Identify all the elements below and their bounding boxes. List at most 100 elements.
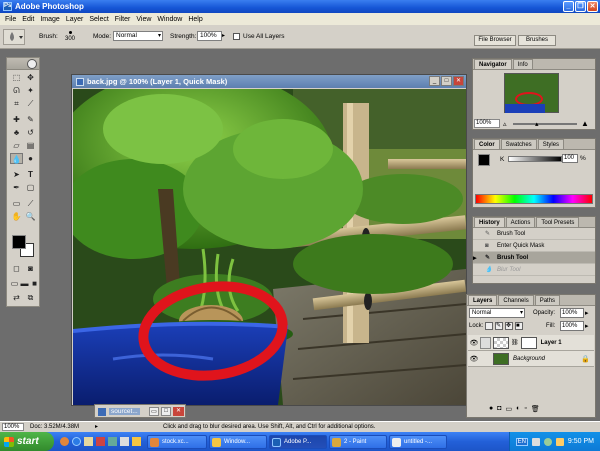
dodge-tool-icon[interactable]: ● [24, 153, 37, 164]
minimized-document[interactable]: sourcet... ▭ □ ✕ [94, 404, 186, 418]
menu-filter[interactable]: Filter [112, 16, 134, 23]
menu-view[interactable]: View [133, 16, 154, 23]
folder-icon[interactable] [132, 437, 141, 446]
crop-tool-icon[interactable]: ⌗ [10, 98, 23, 109]
quick-mask-mode-icon[interactable]: ◙ [24, 263, 37, 274]
tab-channels[interactable]: Channels [498, 295, 534, 305]
new-layer-icon[interactable]: ▫ [524, 405, 526, 413]
canvas-image[interactable] [73, 89, 466, 405]
history-brush-icon[interactable]: ↺ [24, 127, 37, 138]
brushes-tab[interactable]: Brushes [518, 35, 556, 46]
tab-paths[interactable]: Paths [534, 295, 561, 305]
taskbar-item[interactable]: untitled -... [389, 434, 447, 449]
navigator-thumbnail[interactable] [504, 73, 559, 113]
restore-up-icon[interactable]: ▭ [149, 407, 159, 416]
zoom-in-icon[interactable]: ▲ [581, 119, 589, 128]
lock-transparency-icon[interactable] [485, 322, 493, 330]
color-ramp[interactable] [475, 194, 593, 204]
menu-window[interactable]: Window [154, 16, 185, 23]
tab-history[interactable]: History [474, 217, 505, 227]
tab-swatches[interactable]: Swatches [500, 139, 537, 149]
use-all-layers-checkbox[interactable] [233, 33, 240, 40]
lock-all-icon[interactable]: ■ [515, 322, 523, 330]
history-item-selected[interactable]: ▸ ✎ Brush Tool [473, 252, 595, 264]
foreground-color-top[interactable] [12, 235, 26, 249]
menu-file[interactable]: File [2, 16, 19, 23]
adjustment-layer-icon[interactable]: ◐ [516, 405, 520, 413]
tab-layers[interactable]: Layers [468, 295, 498, 305]
slice-tool-icon[interactable]: ⟋ [24, 98, 37, 109]
eyedropper-icon[interactable]: ⟋ [24, 198, 37, 209]
jump-to-imageready-icon[interactable]: ⇄ [10, 292, 23, 303]
pen-tool-icon[interactable]: ✒ [10, 182, 23, 193]
toolbox-header[interactable] [7, 58, 39, 70]
opacity-slider-toggle[interactable]: ▸ [585, 309, 589, 317]
menu-help[interactable]: Help [185, 16, 205, 23]
network-icon[interactable] [531, 437, 540, 446]
magic-wand-icon[interactable]: ✦ [24, 85, 37, 96]
lock-move-icon[interactable]: ✥ [505, 322, 513, 330]
zoom-tool-icon[interactable]: 🔍 [24, 211, 37, 222]
doc-close-button[interactable]: ✕ [453, 76, 464, 86]
layer-mask-icon[interactable]: ◘ [497, 405, 501, 413]
tab-color[interactable]: Color [474, 139, 500, 149]
history-item-dimmed[interactable]: 💧 Blur Tool [473, 264, 595, 276]
navigator-zoom-field[interactable]: 100% [474, 119, 500, 128]
notes-tool-icon[interactable]: ▭ [10, 198, 23, 209]
path-selection-icon[interactable]: ➤ [10, 169, 23, 180]
taskbar-item[interactable]: 2 - Paint [329, 434, 387, 449]
history-item[interactable]: ✎ Brush Tool [473, 228, 595, 240]
color-foreground-swatch[interactable] [478, 154, 490, 166]
doc-info-arrow-icon[interactable]: ▸ [95, 422, 98, 432]
doc-maximize-button[interactable]: □ [441, 76, 452, 86]
eye-icon[interactable]: 👁 [468, 339, 480, 347]
file-browser-tab[interactable]: File Browser [474, 35, 516, 46]
document-title-bar[interactable]: back.jpg @ 100% (Layer 1, Quick Mask) [72, 75, 466, 88]
close-icon[interactable]: ✕ [173, 407, 184, 416]
strength-slider-toggle[interactable]: ▸ [222, 31, 228, 41]
blur-tool-icon[interactable]: 💧 [10, 153, 23, 164]
navigator-zoom-slider[interactable] [513, 123, 577, 125]
strength-field[interactable]: 100% [197, 31, 222, 41]
status-zoom-field[interactable]: 100% [2, 423, 24, 431]
brush-picker[interactable]: 300 [60, 29, 80, 46]
adobe-online-icon[interactable] [27, 59, 37, 69]
imageready-icon[interactable]: ⧉ [24, 292, 37, 303]
tool-preset-picker[interactable] [3, 29, 25, 45]
menu-edit[interactable]: Edit [19, 16, 37, 23]
doc-minimize-button[interactable]: _ [429, 76, 440, 86]
eraser-tool-icon[interactable]: ▱ [10, 140, 23, 151]
gradient-tool-icon[interactable]: ▤ [24, 140, 37, 151]
trash-icon[interactable]: 🗑 [531, 405, 540, 413]
language-indicator[interactable]: EN [515, 437, 528, 446]
k-value-field[interactable]: 100 [562, 154, 578, 163]
k-slider[interactable] [508, 156, 562, 162]
notepad-icon[interactable] [120, 437, 129, 446]
internet-explorer-icon[interactable] [72, 437, 81, 446]
close-button[interactable]: ✕ [587, 1, 598, 12]
menu-image[interactable]: Image [37, 16, 62, 23]
new-set-icon[interactable]: ▭ [505, 405, 512, 413]
marquee-tool-icon[interactable]: ⬚ [10, 72, 23, 83]
lasso-tool-icon[interactable]: ᘏ [10, 85, 23, 96]
eye-icon[interactable]: 👁 [468, 355, 480, 363]
firefox-icon[interactable] [60, 437, 69, 446]
brush-link-icon[interactable] [480, 336, 491, 349]
layer-row[interactable]: 👁 ⛓ Layer 1 [468, 335, 594, 351]
maximize-icon[interactable]: □ [161, 407, 171, 416]
clone-stamp-icon[interactable]: ♣ [10, 127, 23, 138]
menu-select[interactable]: Select [86, 16, 111, 23]
media-player-icon[interactable] [96, 437, 105, 446]
fill-field[interactable]: 100% [560, 321, 584, 331]
hand-tool-icon[interactable]: ✋ [10, 211, 23, 222]
shape-tool-icon[interactable]: ▢ [24, 182, 37, 193]
layer-row[interactable]: 👁 Background 🔒 [468, 351, 594, 367]
history-item[interactable]: ◙ Enter Quick Mask [473, 240, 595, 252]
tab-info[interactable]: Info [512, 59, 533, 69]
layer-style-icon[interactable]: ● [489, 405, 493, 413]
opacity-field[interactable]: 100% [560, 308, 584, 318]
link-slot[interactable] [480, 353, 491, 365]
taskbar-item[interactable]: stock.xc... [147, 434, 207, 449]
volume-icon[interactable] [543, 437, 552, 446]
brush-tool-icon[interactable]: ✎ [24, 114, 37, 125]
